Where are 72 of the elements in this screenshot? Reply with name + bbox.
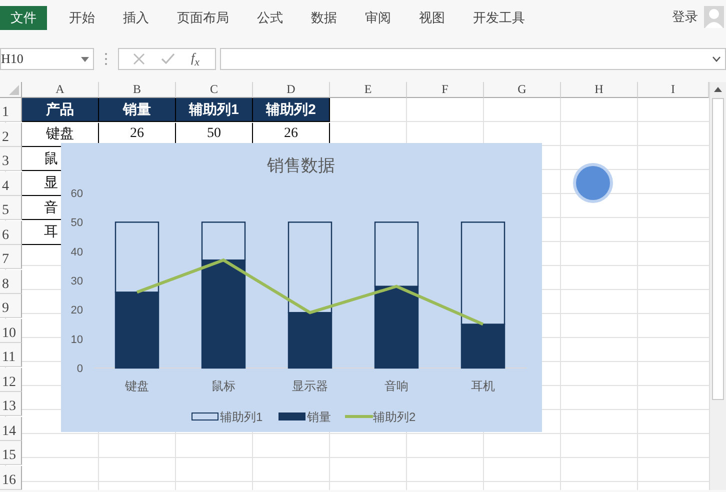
expand-icon[interactable] [712,56,721,62]
column-header[interactable]: I [638,82,709,98]
legend-label: 辅助列1 [220,410,263,424]
row-header[interactable]: 6 [0,220,22,245]
column-header[interactable]: H [561,82,638,98]
vertical-scrollbar[interactable] [709,82,726,490]
name-box[interactable]: H10 [0,48,94,70]
row-header[interactable]: 2 [0,122,22,147]
cursor-indicator [576,166,610,200]
column-header[interactable]: G [484,82,561,98]
table-cell: 销量 [99,98,176,122]
triangle-icon [9,85,19,95]
row-header[interactable]: 11 [0,343,22,368]
axis-label: 0 [76,363,83,375]
column-header[interactable]: C [176,82,253,98]
formula-input[interactable] [220,48,726,70]
row-header[interactable]: 10 [0,318,22,343]
ribbon-tab[interactable]: 视图 [405,6,459,30]
row-header[interactable]: 14 [0,416,22,441]
legend-swatch-icon [192,412,218,420]
legend-label: 辅助列2 [373,410,416,424]
table-cell: 辅助列2 [253,98,330,122]
row-header[interactable]: 1 [0,98,22,122]
ribbon-tab[interactable]: 公式 [243,6,297,30]
row-header[interactable]: 13 [0,392,22,416]
column-header[interactable]: F [407,82,484,98]
ribbon-tab[interactable]: 插入 [109,6,163,30]
grip-icon [104,52,108,66]
axis-label: 耳机 [471,379,495,393]
row-header[interactable]: 5 [0,196,22,220]
ribbon-tab[interactable]: 开始 [55,6,109,30]
chart-title: 销售数据 [267,156,335,175]
column-header[interactable]: A [22,82,99,98]
row-header[interactable]: 8 [0,270,22,294]
axis-label: 键盘 [125,379,149,393]
table-cell: 辅助列1 [176,98,253,122]
sign-in-link[interactable]: 登录 [672,8,698,26]
ribbon-tab[interactable]: 页面布局 [163,6,243,30]
ribbon-tab[interactable]: 审阅 [351,6,405,30]
check-icon[interactable] [161,53,175,65]
row-header[interactable]: 12 [0,368,22,392]
insert-function-button[interactable]: f$_{x}$ [191,50,200,68]
ribbon-tab[interactable]: 开发工具 [459,6,539,30]
ribbon-tab[interactable]: 数据 [297,6,351,30]
file-tab[interactable]: 文件 [0,6,47,30]
select-all-corner[interactable] [0,82,22,98]
table-cell: 键盘 [22,122,99,147]
row-header[interactable]: 16 [0,466,22,490]
dropdown-icon [81,56,89,62]
axis-label: 鼠标 [212,379,236,393]
table-cell: 产品 [22,98,99,122]
axis-label: 显示器 [292,379,328,393]
column-header[interactable]: E [330,82,407,98]
row-header[interactable]: 7 [0,245,22,270]
cancel-icon[interactable] [133,53,145,65]
row-header[interactable]: 9 [0,294,22,318]
legend-label: 销量 [307,410,331,424]
avatar-icon[interactable] [704,6,724,28]
bar [374,222,419,287]
bar [114,222,160,293]
axis-label: 音响 [384,379,408,393]
legend-swatch-icon [345,415,373,418]
row-header[interactable]: 15 [0,441,22,466]
column-header[interactable]: D [253,82,330,98]
row-header[interactable]: 4 [0,172,22,196]
axis-label: 10 [70,334,83,346]
axis-label: 40 [70,246,83,258]
column-header[interactable]: B [99,82,176,98]
axis-label: 30 [70,276,83,288]
axis-label: 20 [70,304,83,317]
legend-swatch-icon [278,412,306,420]
row-header[interactable]: 3 [0,147,22,172]
